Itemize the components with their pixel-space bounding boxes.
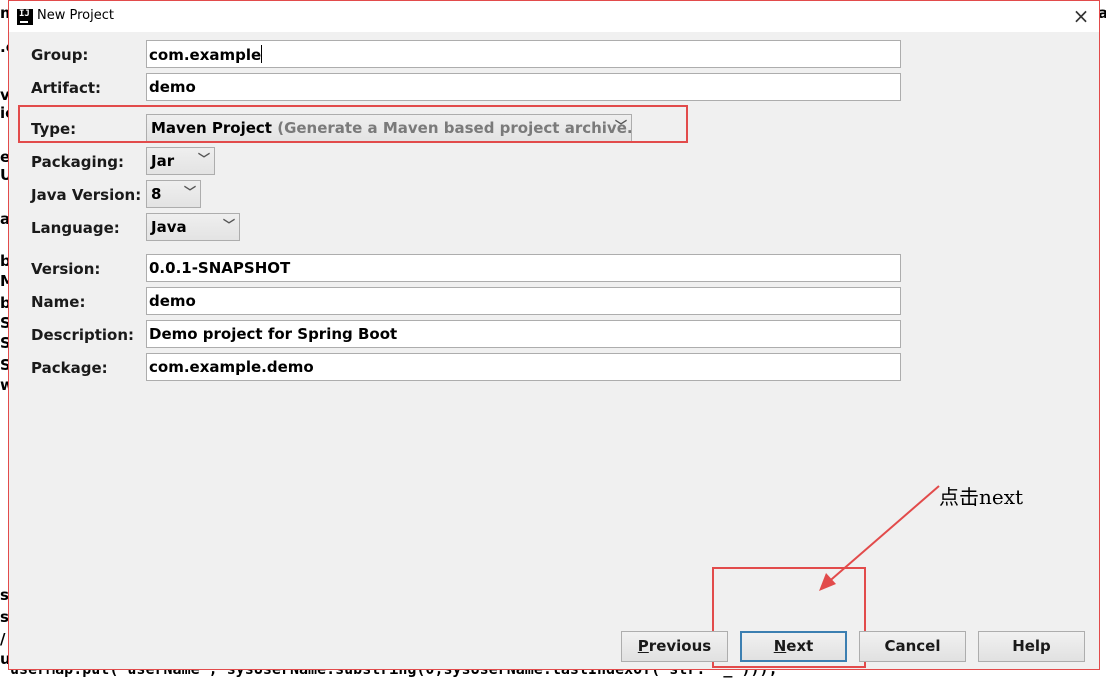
title-bar: IJ New Project × [9, 1, 1099, 32]
type-highlight-box [18, 105, 688, 143]
version-label: Version: [31, 260, 101, 278]
previous-label: revious [648, 637, 712, 655]
intellij-app-icon: IJ [17, 9, 33, 25]
new-project-dialog: IJ New Project × Group: com.example Arti… [8, 0, 1100, 670]
version-value: 0.0.1-SNAPSHOT [149, 259, 291, 277]
group-value: com.example [149, 46, 262, 64]
cancel-button[interactable]: Cancel [859, 631, 966, 662]
packaging-label: Packaging: [31, 153, 124, 171]
annotation-text: 点击next [939, 485, 1024, 509]
language-select[interactable]: Java ﹀ [146, 213, 240, 241]
next-button[interactable]: Next [740, 631, 847, 662]
packaging-select[interactable]: Jar ﹀ [146, 147, 215, 175]
name-value: demo [149, 292, 196, 310]
packaging-value: Jar [151, 152, 175, 170]
help-button[interactable]: Help [978, 631, 1085, 662]
text-caret [261, 45, 263, 63]
chevron-down-icon: ﹀ [197, 152, 210, 166]
java-version-select[interactable]: 8 ﹀ [146, 180, 201, 208]
artifact-field[interactable]: demo [146, 73, 901, 101]
previous-button[interactable]: Previous [621, 631, 728, 662]
name-field[interactable]: demo [146, 287, 901, 315]
group-label: Group: [31, 46, 89, 64]
next-mnemonic: N [773, 637, 787, 655]
artifact-label: Artifact: [31, 79, 102, 97]
group-field[interactable]: com.example [146, 40, 901, 68]
java-version-value: 8 [151, 185, 162, 203]
previous-mnemonic: P [637, 637, 649, 655]
name-label: Name: [31, 293, 86, 311]
description-label: Description: [31, 326, 135, 344]
language-value: Java [151, 218, 187, 236]
package-label: Package: [31, 359, 108, 377]
next-label: ext [786, 637, 814, 655]
package-value: com.example.demo [149, 358, 314, 376]
chevron-down-icon: ﹀ [183, 185, 196, 199]
chevron-down-icon: ﹀ [222, 218, 235, 232]
description-value: Demo project for Spring Boot [149, 325, 398, 343]
dialog-title: New Project [37, 8, 114, 23]
close-icon[interactable]: × [1071, 6, 1091, 26]
package-field[interactable]: com.example.demo [146, 353, 901, 381]
language-label: Language: [31, 219, 120, 237]
artifact-value: demo [149, 78, 196, 96]
java-version-label: Java Version: [31, 186, 142, 204]
version-field[interactable]: 0.0.1-SNAPSHOT [146, 254, 901, 282]
description-field[interactable]: Demo project for Spring Boot [146, 320, 901, 348]
app-icon-text: IJ [19, 9, 30, 19]
